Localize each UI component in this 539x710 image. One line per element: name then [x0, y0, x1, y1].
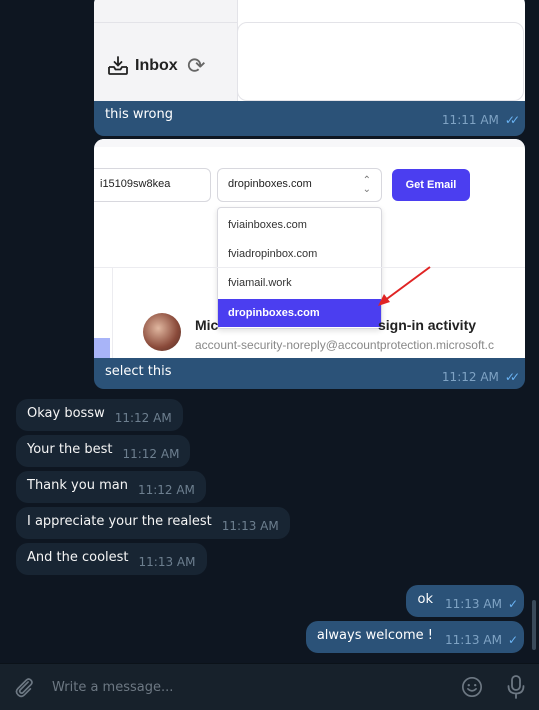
message-text: I appreciate your the realest: [27, 514, 212, 529]
domain-option: fviadropinbox.com: [228, 248, 318, 260]
screenshot-image[interactable]: Inbox ⟳: [94, 0, 525, 101]
read-check-icon: ✓✓: [504, 113, 520, 127]
red-arrow-icon: [378, 266, 431, 306]
incoming-message[interactable]: I appreciate your the realest 11:13 AM: [16, 507, 290, 539]
email-prefix-field: i15109sw8kea: [94, 168, 211, 202]
incoming-message[interactable]: And the coolest 11:13 AM: [16, 543, 207, 575]
domain-dropdown: fviainboxes.com fviadropinbox.com fviama…: [217, 207, 382, 329]
message-time: 11:13 AM: [444, 633, 502, 647]
incoming-message[interactable]: Okay bossw 11:12 AM: [16, 399, 183, 431]
message-meta: 11:12 AM ✓✓: [441, 370, 520, 384]
paperclip-icon[interactable]: [13, 676, 35, 698]
emoji-icon[interactable]: [461, 676, 483, 698]
read-check-icon: ✓: [507, 597, 518, 611]
incoming-message[interactable]: Thank you man 11:12 AM: [16, 471, 206, 503]
read-check-icon: ✓: [507, 633, 518, 647]
sidebar-panel: [94, 0, 237, 101]
message-time: 11:13 AM: [444, 597, 502, 611]
message-text: Your the best: [27, 442, 113, 457]
read-check-icon: ✓✓: [504, 370, 520, 384]
mail-subject-end: sign-in activity: [378, 317, 477, 333]
mail-sender: account-security-noreply@accountprotecti…: [195, 338, 494, 352]
inbox-label: Inbox: [135, 57, 178, 74]
message-caption: this wrong 11:11 AM ✓✓: [94, 101, 525, 131]
message-text: Okay bossw: [27, 406, 105, 421]
message-time: 11:12 AM: [122, 447, 180, 461]
message-text: ok: [417, 592, 433, 607]
outgoing-message[interactable]: ok 11:13 AM ✓: [406, 585, 524, 617]
message-input[interactable]: [52, 677, 432, 697]
message-time: 11:13 AM: [221, 519, 279, 533]
divider: [94, 22, 237, 23]
message-time: 11:13 AM: [138, 555, 196, 569]
incoming-message[interactable]: Your the best 11:12 AM: [16, 435, 191, 467]
message-time: 11:12 AM: [114, 411, 172, 425]
caption-text: select this: [105, 364, 172, 379]
caption-text: this wrong: [105, 107, 173, 122]
sender-avatar: [143, 313, 181, 351]
domain-select: dropinboxes.com ⌃ ⌄: [217, 168, 382, 202]
domain-option-selected: dropinboxes.com: [218, 299, 381, 327]
message-meta: 11:11 AM ✓✓: [441, 113, 520, 127]
get-email-button: Get Email: [392, 169, 470, 201]
chat-scrollbar[interactable]: [532, 600, 536, 650]
email-prefix-text: i15109sw8kea: [100, 178, 171, 190]
screenshot-image[interactable]: i15109sw8kea dropinboxes.com ⌃ ⌄ Get Emai…: [94, 139, 525, 358]
content-panel: [237, 22, 524, 101]
message-caption: select this 11:12 AM ✓✓: [94, 358, 525, 388]
outgoing-message[interactable]: always welcome ! 11:13 AM ✓: [305, 621, 524, 653]
divider: [94, 267, 525, 268]
inbox-icon: [108, 56, 128, 75]
message-time: 11:12 AM: [441, 370, 499, 384]
message-time: 11:12 AM: [137, 483, 195, 497]
selected-domain: dropinboxes.com: [228, 178, 312, 190]
microphone-icon[interactable]: [506, 675, 526, 699]
message-time: 11:11 AM: [441, 113, 499, 127]
domain-option: fviainboxes.com: [228, 219, 307, 231]
divider: [112, 267, 113, 358]
mail-subject-start: Mic: [195, 317, 219, 333]
outgoing-media-message[interactable]: Inbox ⟳ this wrong 11:11 AM ✓✓: [94, 0, 525, 136]
message-composer: [0, 663, 539, 710]
message-text: Thank you man: [27, 478, 128, 493]
message-text: And the coolest: [27, 550, 129, 565]
domain-option: fviamail.work: [228, 277, 292, 289]
refresh-icon: ⟳: [187, 54, 206, 79]
header-shadow: [94, 139, 525, 147]
select-chevron-icon: ⌃ ⌄: [362, 175, 371, 195]
chat-history[interactable]: Inbox ⟳ this wrong 11:11 AM ✓✓ i15109sw8…: [0, 0, 539, 663]
inbox-tab: Inbox: [107, 56, 178, 76]
accent-strip: [94, 338, 110, 358]
outgoing-media-message[interactable]: i15109sw8kea dropinboxes.com ⌃ ⌄ Get Emai…: [94, 139, 525, 389]
message-text: always welcome !: [316, 628, 433, 643]
